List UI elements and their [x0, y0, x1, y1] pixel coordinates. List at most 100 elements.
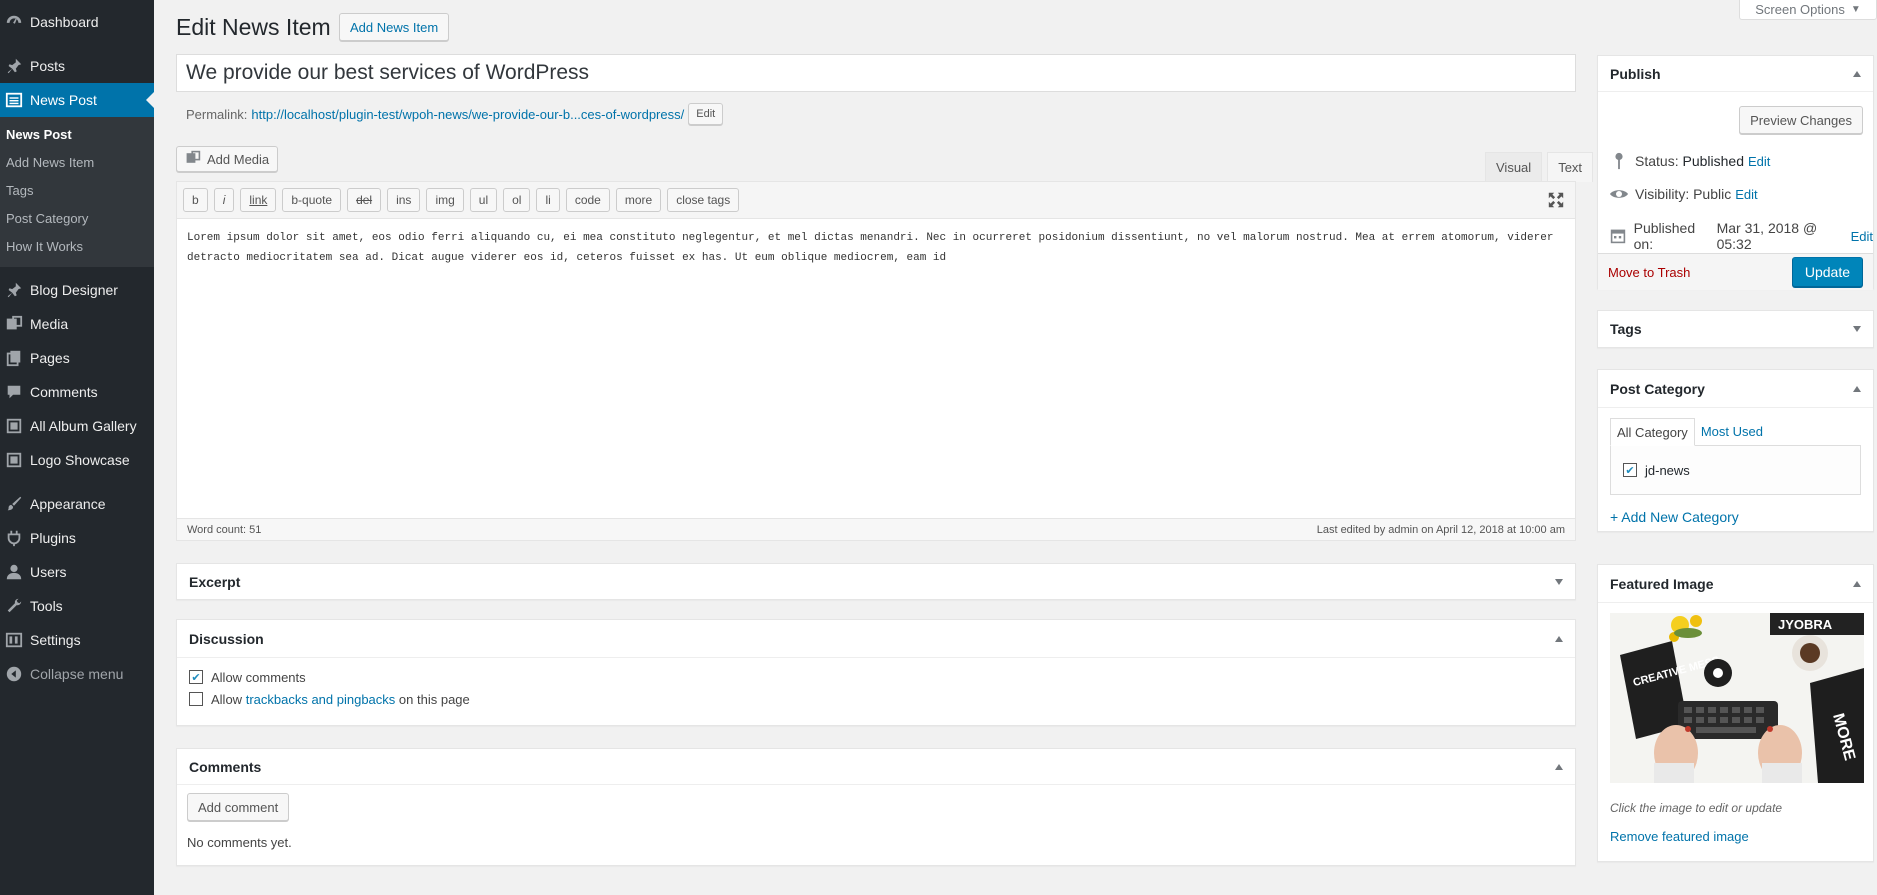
menu-users[interactable]: Users [0, 555, 154, 589]
move-to-trash-link[interactable]: Move to Trash [1608, 265, 1690, 280]
qt-li-button[interactable]: li [536, 188, 560, 212]
menu-appearance[interactable]: Appearance [0, 487, 154, 521]
comments-header[interactable]: Comments [177, 749, 1575, 785]
editor-statusbar: Word count: 51 Last edited by admin on A… [176, 518, 1576, 541]
qt-more-button[interactable]: more [615, 188, 662, 212]
featured-caption: Click the image to edit or update [1610, 801, 1783, 815]
menu-all-album-gallery[interactable]: All Album Gallery [0, 409, 154, 443]
fullscreen-icon[interactable] [1547, 191, 1565, 209]
eye-icon [1609, 187, 1629, 201]
qt-code-button[interactable]: code [565, 188, 610, 212]
toggle-arrow-icon[interactable] [1555, 579, 1563, 585]
user-icon [4, 562, 24, 582]
menu-tools[interactable]: Tools [0, 589, 154, 623]
remove-featured-image-link[interactable]: Remove featured image [1610, 829, 1861, 844]
toggle-arrow-icon[interactable] [1555, 763, 1563, 770]
allow-comments-checkbox[interactable]: ✔ [189, 670, 203, 684]
visibility-row: Visibility: Public Edit [1609, 186, 1758, 202]
allow-pings-checkbox[interactable] [189, 692, 203, 706]
media-icon [185, 150, 201, 169]
toggle-arrow-icon[interactable] [1555, 635, 1563, 642]
add-new-category-link[interactable]: + Add New Category [1610, 509, 1861, 525]
tab-visual[interactable]: Visual [1485, 152, 1543, 182]
dashboard-icon [4, 12, 24, 32]
excerpt-header[interactable]: Excerpt [177, 564, 1575, 600]
menu-comments[interactable]: Comments [0, 375, 154, 409]
menu-settings[interactable]: Settings [0, 623, 154, 657]
no-comments-text: No comments yet. [187, 835, 292, 850]
submenu-news-post[interactable]: News Post [0, 121, 154, 149]
menu-logo-showcase[interactable]: Logo Showcase [0, 443, 154, 477]
menu-plugins[interactable]: Plugins [0, 521, 154, 555]
qt-bold-button[interactable]: b [183, 188, 208, 212]
allow-pings-prefix: Allow [211, 691, 243, 707]
tab-text[interactable]: Text [1547, 152, 1594, 182]
status-edit-link[interactable]: Edit [1748, 154, 1770, 169]
post-title-input[interactable]: We provide our best services of WordPres… [176, 54, 1576, 92]
gallery-icon [4, 416, 24, 436]
calendar-icon [1609, 228, 1628, 244]
category-title: Post Category [1610, 380, 1705, 397]
menu-dashboard[interactable]: Dashboard [0, 5, 154, 39]
category-checkbox[interactable]: ✔ [1623, 463, 1637, 477]
add-comment-button[interactable]: Add comment [187, 793, 290, 821]
pin-icon [1609, 152, 1629, 170]
tab-most-used[interactable]: Most Used [1695, 418, 1769, 446]
menu-pages[interactable]: Pages [0, 341, 154, 375]
qt-link-button[interactable]: link [240, 188, 277, 212]
editor-tabs: Visual Text [1480, 152, 1594, 182]
qt-italic-button[interactable]: i [213, 188, 235, 212]
submenu-add-news-item[interactable]: Add News Item [0, 149, 154, 177]
menu-label: Logo Showcase [30, 452, 130, 468]
menu-posts[interactable]: Posts [0, 49, 154, 83]
toggle-arrow-icon[interactable] [1853, 580, 1861, 587]
update-button[interactable]: Update [1791, 257, 1863, 287]
tags-header[interactable]: Tags [1598, 311, 1873, 347]
trackbacks-link[interactable]: trackbacks and pingbacks [246, 692, 396, 707]
permalink-edit-button[interactable]: Edit [688, 103, 724, 125]
featured-header[interactable]: Featured Image [1598, 565, 1873, 603]
excerpt-title: Excerpt [189, 574, 241, 590]
published-edit-link[interactable]: Edit [1851, 229, 1873, 244]
qt-blockquote-button[interactable]: b-quote [282, 188, 342, 212]
qt-ul-button[interactable]: ul [469, 188, 498, 212]
category-item-label: jd-news [1645, 462, 1690, 478]
submenu-tags[interactable]: Tags [0, 177, 154, 205]
published-label: Published on: [1633, 220, 1696, 252]
add-news-item-button[interactable]: Add News Item [339, 13, 450, 41]
qt-close-tags-button[interactable]: close tags [667, 188, 740, 212]
toggle-arrow-icon[interactable] [1853, 326, 1861, 332]
menu-media[interactable]: Media [0, 307, 154, 341]
screen-options-toggle[interactable]: Screen Options ▼ [1739, 0, 1877, 20]
qt-img-button[interactable]: img [426, 188, 464, 212]
menu-news-post[interactable]: News Post [0, 83, 154, 117]
collapse-menu[interactable]: Collapse menu [0, 657, 154, 691]
visibility-label: Visibility: [1635, 186, 1690, 202]
submenu-post-category[interactable]: Post Category [0, 205, 154, 233]
featured-title: Featured Image [1610, 575, 1714, 592]
qt-ins-button[interactable]: ins [387, 188, 421, 212]
add-media-button[interactable]: Add Media [176, 146, 279, 172]
toggle-arrow-icon[interactable] [1853, 70, 1861, 77]
pin-icon [4, 280, 24, 300]
category-header[interactable]: Post Category [1598, 370, 1873, 408]
category-tabs: All Category Most Used [1610, 418, 1861, 446]
permalink-url-link[interactable]: http://localhost/plugin-test/wpoh-news/w… [251, 107, 684, 122]
toggle-arrow-icon[interactable] [1853, 385, 1861, 392]
plugin-icon [4, 528, 24, 548]
status-value: Published [1682, 153, 1744, 169]
list-icon [4, 90, 24, 110]
visibility-edit-link[interactable]: Edit [1735, 187, 1757, 202]
status-label: Status: [1635, 153, 1679, 169]
qt-del-button[interactable]: del [347, 188, 382, 212]
featured-image[interactable]: CREATIVE MESS MORE JYOBRA [1610, 613, 1864, 783]
menu-label: Users [30, 564, 67, 580]
menu-blog-designer[interactable]: Blog Designer [0, 273, 154, 307]
qt-ol-button[interactable]: ol [503, 188, 531, 212]
publish-header[interactable]: Publish [1598, 56, 1873, 92]
preview-changes-button[interactable]: Preview Changes [1739, 106, 1863, 134]
tab-all-category[interactable]: All Category [1610, 418, 1695, 446]
submenu-how-it-works[interactable]: How It Works [0, 233, 154, 261]
discussion-header[interactable]: Discussion [177, 620, 1575, 658]
editor-textarea[interactable]: Lorem ipsum dolor sit amet, eos odio fer… [177, 219, 1575, 519]
